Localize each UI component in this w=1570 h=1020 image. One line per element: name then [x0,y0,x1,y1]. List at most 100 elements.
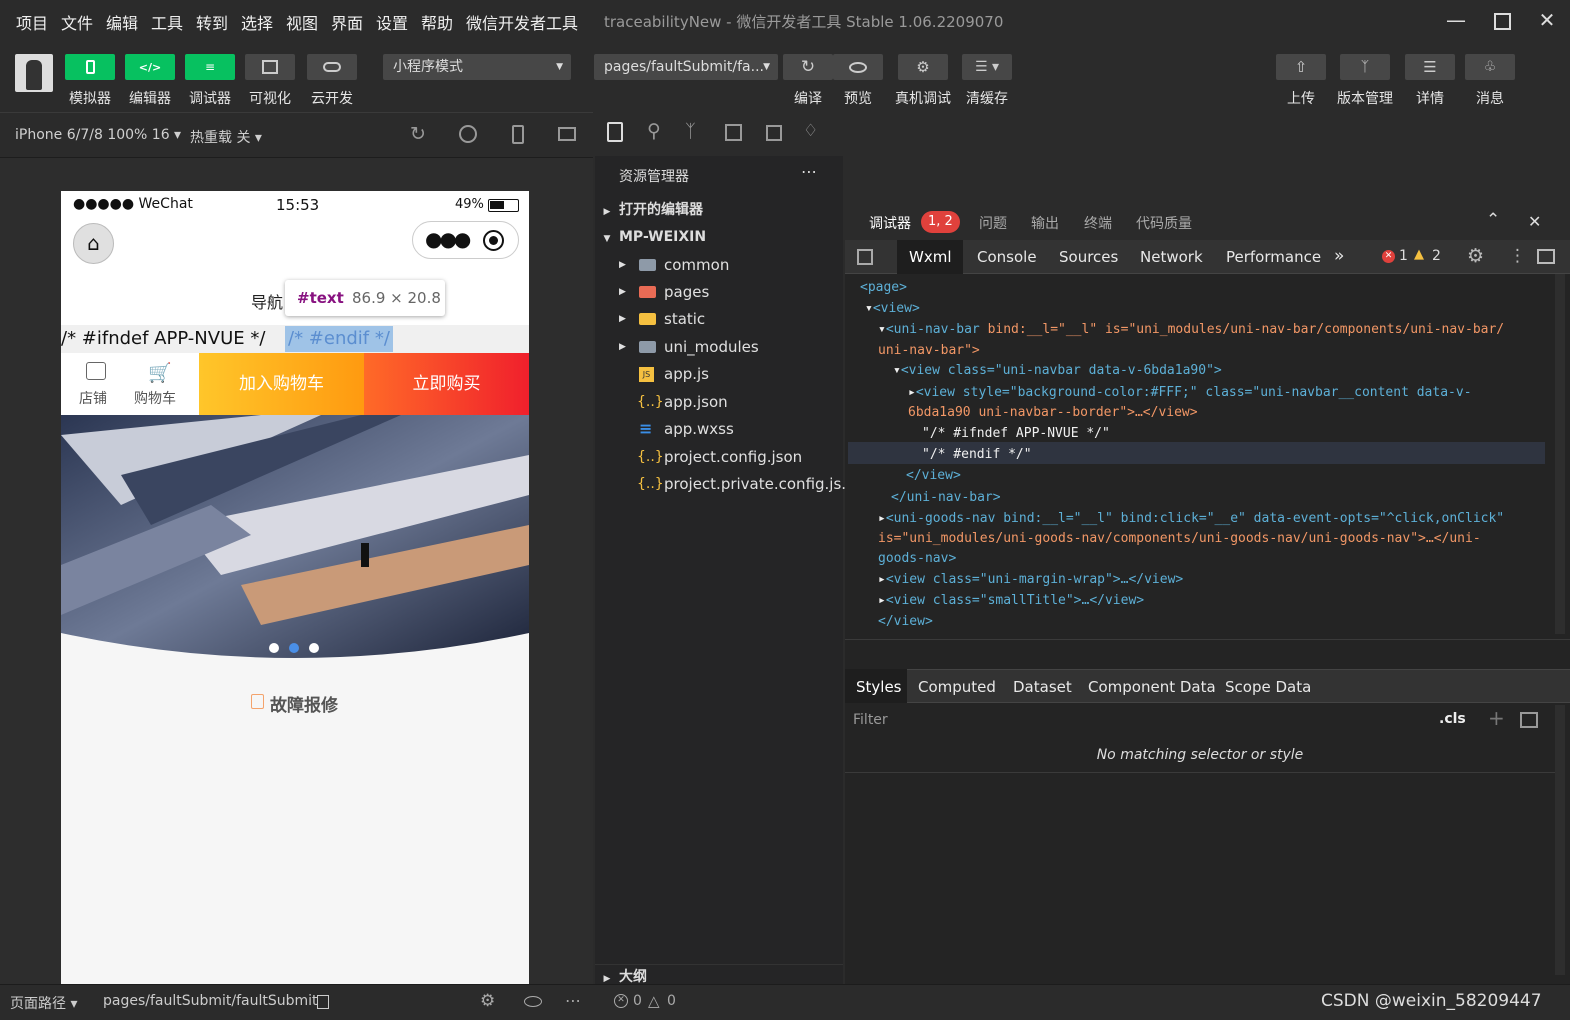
folder-uni-modules[interactable]: ▶ uni_modules [595,334,843,360]
tab-styles[interactable]: Styles [856,678,902,696]
extensions-icon[interactable] [725,124,742,141]
record-icon[interactable] [459,125,477,143]
wxml-line[interactable]: </view> [906,468,961,483]
git-icon[interactable]: ᛉ [685,121,696,142]
close-panel-icon[interactable]: ✕ [1528,212,1541,231]
menu-project[interactable]: 项目 [16,10,48,34]
cloud-button[interactable] [307,54,357,80]
gear-icon[interactable]: ⚙ [1467,245,1484,267]
folder-static[interactable]: ▶ static [595,306,843,332]
menu-edit[interactable]: 编辑 [106,10,138,34]
device-icon[interactable] [512,125,524,144]
copy-icon[interactable] [317,995,329,1009]
project-section[interactable]: ▼ MP-WEIXIN [595,225,843,249]
avatar[interactable] [15,54,53,92]
wxml-line[interactable]: 6bda1a90 uni-navbar--border">…</view> [908,405,1198,420]
tab-component-data[interactable]: Component Data [1088,678,1216,696]
tab-scope-data[interactable]: Scope Data [1225,678,1311,696]
buy-now-button[interactable]: 立即购买 [364,353,529,415]
tab-network[interactable]: Network [1140,248,1203,266]
scrollbar[interactable] [1555,705,1565,975]
editor-button[interactable]: </> [125,54,175,80]
details-button[interactable]: ☰ [1405,54,1455,80]
wxml-line[interactable]: </uni-nav-bar> [891,490,1001,505]
more-icon[interactable]: ●●● [425,227,471,251]
styles-filter[interactable]: Filter [847,705,1427,735]
tab-issues[interactable]: 问题 [979,213,1007,233]
carousel-dot-active[interactable] [289,643,299,653]
error-status-count[interactable]: 0 [633,993,642,1009]
more-tabs-icon[interactable]: » [1334,246,1344,266]
kebab-icon[interactable]: ⋮ [1509,246,1526,266]
tab-sources[interactable]: Sources [1059,248,1118,266]
messages-button[interactable]: ♧ [1465,54,1515,80]
close-icon[interactable]: ✕ [1532,6,1562,34]
file-project-config[interactable]: {..} project.config.json [595,444,843,470]
menu-goto[interactable]: 转到 [196,10,228,34]
page-select[interactable]: pages/faultSubmit/fa... ▼ [594,54,778,80]
files-icon[interactable] [607,122,623,142]
file-app-js[interactable]: JS app.js [595,361,843,387]
compile-button[interactable]: ↻ [783,54,833,80]
banner-image[interactable] [61,415,529,665]
clear-cache-button[interactable]: ☰ ▾ [962,54,1012,80]
detach-icon[interactable] [558,127,576,141]
warning-count[interactable]: 2 [1432,248,1441,264]
menu-wechat-devtools[interactable]: 微信开发者工具 [466,10,578,34]
wxml-line[interactable]: ▸<view class="smallTitle">…</view> [878,593,1144,608]
tab-debugger[interactable]: 调试器 [869,213,911,233]
carousel-dot[interactable] [309,643,319,653]
wxml-line[interactable]: goods-nav> [878,551,956,566]
rotate-icon[interactable]: ↻ [410,123,426,145]
wxml-line[interactable]: ▸<view style="background-color:#FFF;" cl… [908,385,1472,400]
dock-icon[interactable] [1537,249,1555,264]
visual-button[interactable] [245,54,295,80]
cart-label[interactable]: 购物车 [134,388,176,408]
eye-icon[interactable] [524,996,542,1007]
wxml-line[interactable]: ▾<view> [865,301,920,316]
wxml-line[interactable]: ▾<uni-nav-bar bind:__l="__l" is="uni_mod… [878,322,1504,337]
wxml-line[interactable]: uni-nav-bar"> [878,343,980,358]
inspect-icon[interactable] [857,249,873,265]
error-count[interactable]: 1 [1399,248,1408,264]
minimize-icon[interactable]: — [1441,6,1471,34]
wxml-line[interactable]: </view> [878,614,933,629]
menu-file[interactable]: 文件 [61,10,93,34]
menu-help[interactable]: 帮助 [421,10,453,34]
file-app-wxss[interactable]: ≡ app.wxss [595,416,843,442]
device-select[interactable]: iPhone 6/7/8 100% 16 ▾ [15,127,181,143]
add-cart-button[interactable]: 加入购物车 [199,353,364,415]
upload-button[interactable]: ⇧ [1276,54,1326,80]
remote-debug-button[interactable]: ⚙ [898,54,948,80]
warning-status-count[interactable]: 0 [667,993,676,1009]
tab-computed[interactable]: Computed [918,678,996,696]
menu-tools[interactable]: 工具 [151,10,183,34]
close-miniprogram-icon[interactable] [483,230,504,251]
shop-label[interactable]: 店铺 [79,388,107,408]
scrollbar[interactable] [1555,274,1565,634]
capsule-menu[interactable]: ●●● [412,221,519,259]
preview-button[interactable] [833,54,883,80]
menu-view[interactable]: 视图 [286,10,318,34]
tab-console[interactable]: Console [977,248,1037,266]
maximize-icon[interactable] [1487,6,1517,34]
bug-icon[interactable]: ⚙ [480,991,495,1011]
more-icon[interactable]: ⋯ [801,162,817,181]
cls-toggle[interactable]: .cls [1439,711,1466,727]
file-project-private-config[interactable]: {..} project.private.config.js... [595,471,856,497]
version-button[interactable]: ᛉ [1340,54,1390,80]
more-icon[interactable]: ⋯ [565,991,581,1010]
sidebar-toggle-icon[interactable] [1520,712,1538,728]
hotreload-select[interactable]: 热重载 关 ▾ [190,127,262,147]
wxml-line[interactable]: ▸<view class="uni-margin-wrap">…</view> [878,572,1183,587]
wxml-line-selected[interactable]: "/* #endif */" [922,447,1032,462]
cart-icon[interactable]: 🛒 [148,361,172,384]
tab-dataset[interactable]: Dataset [1013,678,1072,696]
collapse-icon[interactable]: ⌃ [1486,210,1500,230]
mode-select[interactable]: 小程序模式 ▼ [383,54,571,80]
tab-performance[interactable]: Performance [1226,248,1321,266]
open-editors-section[interactable]: ▶ 打开的编辑器 [595,198,843,222]
shop-icon[interactable] [86,362,106,380]
page-path-select[interactable]: 页面路径 ▾ [10,993,77,1013]
docker-icon[interactable]: ♢ [803,121,818,141]
